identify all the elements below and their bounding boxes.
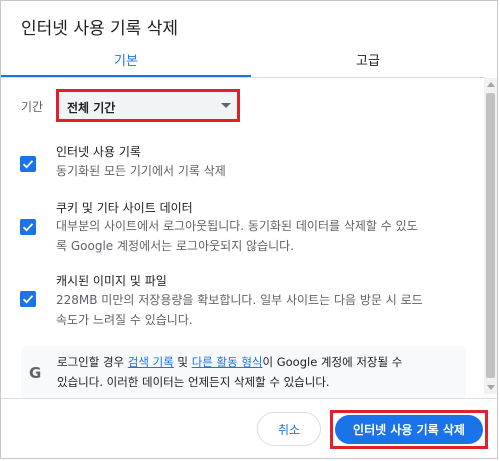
account-info-line-2: 있습니다. 이러한 데이터는 언제든지 삭제할 수 있습니다. bbox=[57, 375, 330, 389]
time-range-select[interactable]: 전체 기간 bbox=[56, 89, 240, 122]
option-description-line: 속도가 느려질 수 있습니다. bbox=[56, 313, 193, 327]
info-text-suffix: 이 Google 계정에 저장될 수 bbox=[262, 355, 403, 369]
option-description: 228MB 미만의 저장용량을 확보합니다. 일부 사이트는 다음 방문 시 로… bbox=[56, 290, 461, 330]
tab-advanced[interactable]: 고급 bbox=[251, 45, 485, 77]
option-title: 쿠키 및 기타 사이트 데이터 bbox=[56, 201, 193, 215]
option-browsing-history: 인터넷 사용 기록 동기화된 모든 기기에서 기록 삭제 bbox=[1, 144, 471, 184]
time-range-label: 기간 bbox=[21, 100, 44, 114]
option-title: 캐시된 이미지 및 파일 bbox=[56, 274, 167, 288]
info-text-mid: 및 bbox=[173, 355, 192, 369]
option-description-line: 록 Google 계정에서는 로그아웃되지 않습니다. bbox=[56, 239, 295, 253]
dialog-title: 인터넷 사용 기록 삭제 bbox=[21, 19, 178, 39]
clear-data-button[interactable]: 인터넷 사용 기록 삭제 bbox=[335, 415, 483, 444]
option-description-line: 대부분의 사이트에서 로그아웃됩니다. 동기화된 데이터를 삭제할 수 있도 bbox=[56, 219, 418, 233]
account-info-text: 로그인할 경우 검색 기록 및 다른 활동 형식이 Google 계정에 저장될… bbox=[57, 352, 462, 392]
browsing-history-checkbox[interactable] bbox=[20, 156, 36, 172]
checkmark-icon bbox=[22, 223, 34, 232]
options-panel: 기간 전체 기간 인터넷 사용 기록 동기화된 모든 기기에서 기록 삭제 쿠키… bbox=[1, 78, 485, 398]
scrollbar[interactable] bbox=[484, 78, 497, 394]
search-history-link[interactable]: 검색 기록 bbox=[128, 355, 174, 369]
delete-button-highlight: 인터넷 사용 기록 삭제 bbox=[330, 410, 488, 449]
option-cookies: 쿠키 및 기타 사이트 데이터 대부분의 사이트에서 로그아웃됩니다. 동기화된… bbox=[1, 201, 471, 262]
option-title: 인터넷 사용 기록 bbox=[56, 145, 141, 159]
tab-bar: 기본 고급 bbox=[1, 45, 485, 78]
footer-divider bbox=[1, 398, 497, 399]
google-g-icon: G bbox=[29, 364, 42, 382]
scroll-down-arrow-icon[interactable] bbox=[487, 385, 495, 390]
option-description-line: 228MB 미만의 저장용량을 확보합니다. 일부 사이트는 다음 방문 시 로… bbox=[56, 293, 423, 307]
time-range-value: 전체 기간 bbox=[67, 101, 116, 115]
option-description-line: 동기화된 모든 기기에서 기록 삭제 bbox=[56, 164, 226, 178]
clear-browsing-data-dialog: 인터넷 사용 기록 삭제 기본 고급 기간 전체 기간 인터넷 사용 기록 동기… bbox=[0, 0, 498, 459]
scrollbar-thumb[interactable] bbox=[486, 93, 495, 378]
option-description: 대부분의 사이트에서 로그아웃됩니다. 동기화된 데이터를 삭제할 수 있도 록… bbox=[56, 216, 461, 256]
info-text-prefix: 로그인할 경우 bbox=[57, 355, 128, 369]
account-info-line-1: 로그인할 경우 검색 기록 및 다른 활동 형식이 Google 계정에 저장될… bbox=[57, 352, 462, 372]
dropdown-caret-icon bbox=[221, 103, 231, 108]
checkmark-icon bbox=[22, 160, 34, 169]
scroll-up-arrow-icon[interactable] bbox=[487, 82, 495, 87]
cached-images-checkbox[interactable] bbox=[20, 291, 36, 307]
tab-basic[interactable]: 기본 bbox=[1, 45, 251, 77]
cookies-checkbox[interactable] bbox=[20, 219, 36, 235]
option-description: 동기화된 모든 기기에서 기록 삭제 bbox=[56, 161, 461, 181]
option-cached-images: 캐시된 이미지 및 파일 228MB 미만의 저장용량을 확보합니다. 일부 사… bbox=[1, 273, 471, 333]
cancel-button[interactable]: 취소 bbox=[257, 412, 321, 446]
other-activity-link[interactable]: 다른 활동 형식 bbox=[192, 355, 263, 369]
checkmark-icon bbox=[22, 295, 34, 304]
account-info-box: G 로그인할 경우 검색 기록 및 다른 활동 형식이 Google 계정에 저… bbox=[21, 346, 466, 398]
